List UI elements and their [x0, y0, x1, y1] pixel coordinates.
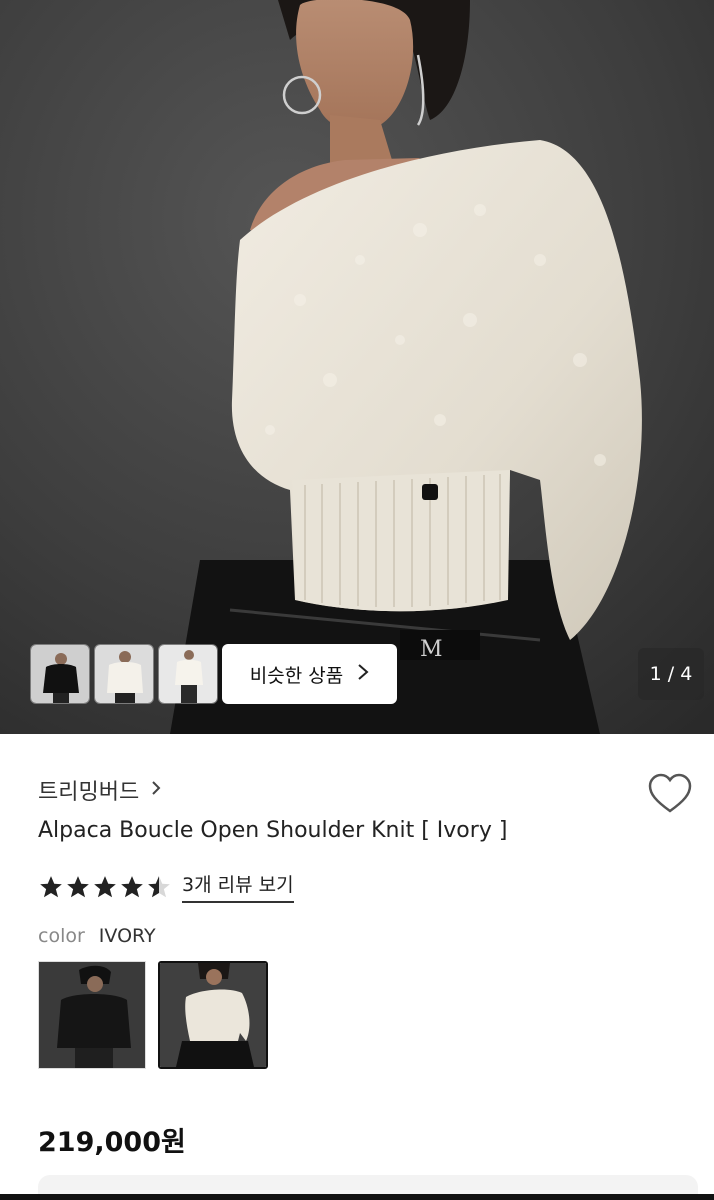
product-image-gallery[interactable]: M 비슷한 상품 1 / 4: [0, 0, 714, 734]
rating-row: 3개 리뷰 보기: [38, 870, 294, 903]
color-value: IVORY: [98, 925, 156, 947]
star-rating: [38, 874, 172, 900]
product-price: 219,000원: [38, 1127, 186, 1158]
half-star-icon: [148, 875, 170, 897]
product-title: Alpaca Boucle Open Shoulder Knit [ Ivory…: [38, 818, 508, 843]
thumbnail-white-knit-front[interactable]: [94, 644, 154, 704]
color-swatches: [38, 961, 268, 1069]
bottom-divider: [0, 1194, 714, 1200]
wishlist-heart-icon[interactable]: [646, 770, 694, 818]
svg-text:M: M: [420, 637, 443, 662]
star-icon: [67, 875, 89, 897]
thumbnail-strip: [30, 644, 218, 704]
review-link[interactable]: 3개 리뷰 보기: [182, 870, 294, 903]
star-icon: [94, 875, 116, 897]
similar-products-button[interactable]: 비슷한 상품: [222, 644, 397, 704]
product-main-photo: M: [0, 0, 714, 734]
star-icon: [40, 875, 62, 897]
color-label: color: [38, 925, 85, 947]
chevron-right-icon: [151, 780, 161, 801]
color-row: color IVORY: [38, 925, 156, 947]
swatch-black[interactable]: [38, 961, 146, 1069]
brand-name: 트리밍버드: [38, 780, 140, 805]
swatch-ivory[interactable]: [158, 961, 268, 1069]
thumbnail-black-knit[interactable]: [30, 644, 90, 704]
thumbnail-white-knit-full[interactable]: [158, 644, 218, 704]
similar-products-label: 비슷한 상품: [249, 664, 344, 687]
star-icon: [121, 875, 143, 897]
image-counter: 1 / 4: [638, 648, 704, 700]
chevron-right-icon: [357, 662, 369, 686]
brand-link[interactable]: 트리밍버드: [38, 774, 161, 806]
